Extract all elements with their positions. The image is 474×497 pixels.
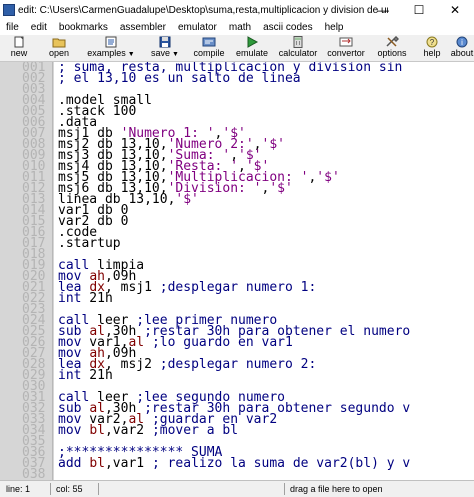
- svg-text:?: ?: [430, 38, 435, 47]
- status-line: line: 1: [6, 484, 31, 494]
- window-title: edit: C:\Users\CarmenGuadalupe\Desktop\s…: [18, 4, 388, 16]
- code-text: int 21h: [58, 369, 113, 382]
- help-button-label: help: [423, 48, 441, 58]
- code-line[interactable]: 017 .startup: [0, 237, 474, 250]
- line-number: 038: [22, 467, 46, 480]
- help-button[interactable]: ? help: [414, 35, 450, 61]
- options-button[interactable]: options: [370, 35, 414, 61]
- code-line[interactable]: 038: [0, 467, 474, 480]
- convertor-button[interactable]: convertor: [322, 35, 370, 61]
- status-divider: [50, 483, 51, 495]
- status-divider: [284, 483, 285, 495]
- open-button-label: open: [48, 48, 70, 58]
- new-button[interactable]: new: [0, 35, 38, 61]
- menu-math[interactable]: math: [223, 22, 257, 33]
- examples-icon: [105, 36, 117, 48]
- menu-bar: file edit bookmarks assembler emulator m…: [0, 20, 474, 35]
- menu-file[interactable]: file: [0, 22, 25, 33]
- calculator-icon: [293, 36, 303, 48]
- help-icon: ?: [426, 36, 438, 48]
- examples-button-label: examples ▼: [87, 48, 134, 60]
- save-label-text: save: [151, 48, 171, 58]
- emulate-button[interactable]: emulate: [230, 35, 274, 61]
- examples-button[interactable]: examples ▼: [80, 35, 142, 61]
- menu-ascii-codes[interactable]: ascii codes: [257, 22, 318, 33]
- chevron-down-icon: ▼: [127, 51, 135, 58]
- about-button[interactable]: i about: [450, 35, 474, 61]
- options-button-label: options: [377, 48, 407, 58]
- code-line[interactable]: 022 int 21h: [0, 292, 474, 305]
- svg-text:i: i: [461, 38, 463, 47]
- emulate-button-label: emulate: [235, 48, 269, 58]
- code-line[interactable]: 029 int 21h: [0, 369, 474, 382]
- calculator-button[interactable]: calculator: [274, 35, 322, 61]
- code-line[interactable]: 002; el 13,10 es un salto de linea: [0, 72, 474, 85]
- emulate-icon: [247, 36, 259, 48]
- save-button-label: save ▼: [151, 48, 179, 60]
- convertor-icon: [339, 37, 353, 47]
- compile-icon: [202, 37, 216, 47]
- status-divider: [98, 483, 99, 495]
- code-text: .startup: [58, 237, 121, 250]
- code-text: int 21h: [58, 292, 113, 305]
- status-bar: line: 1 col: 55 drag a file here to open: [0, 480, 474, 497]
- new-file-icon: [14, 36, 24, 48]
- code-text: ; el 13,10 es un salto de linea: [58, 72, 301, 85]
- close-button[interactable]: ✕: [440, 0, 470, 20]
- compile-button[interactable]: compile: [188, 35, 230, 61]
- status-col: col: 55: [56, 484, 83, 494]
- calculator-button-label: calculator: [278, 48, 318, 58]
- code-text: mov bl,var2 ;mover a bl: [58, 424, 238, 437]
- menu-assembler[interactable]: assembler: [114, 22, 172, 33]
- open-button[interactable]: open: [38, 35, 80, 61]
- new-button-label: new: [10, 48, 28, 58]
- maximize-button[interactable]: ☐: [404, 0, 434, 20]
- code-line[interactable]: 037 add bl,var1 ; realizo la suma de var2…: [0, 457, 474, 470]
- minimize-button[interactable]: —: [368, 0, 398, 20]
- chevron-down-icon: ▼: [172, 51, 179, 58]
- about-icon: i: [456, 36, 468, 48]
- menu-bookmarks[interactable]: bookmarks: [53, 22, 114, 33]
- about-button-label: about: [450, 48, 474, 58]
- code-line[interactable]: 034 mov bl,var2 ;mover a bl: [0, 424, 474, 437]
- app-icon: [3, 4, 15, 16]
- code-editor[interactable]: 001; suma, resta, multiplicacion y divis…: [0, 62, 474, 480]
- examples-label-text: examples: [87, 48, 126, 58]
- compile-button-label: compile: [193, 48, 225, 58]
- menu-help[interactable]: help: [319, 22, 350, 33]
- toolbar: new open examples ▼ save ▼ compile emulate: [0, 35, 474, 62]
- open-folder-icon: [52, 38, 66, 48]
- menu-emulator[interactable]: emulator: [172, 22, 223, 33]
- save-disk-icon: [159, 36, 171, 48]
- status-hint: drag a file here to open: [290, 484, 383, 494]
- convertor-button-label: convertor: [327, 48, 365, 58]
- menu-edit[interactable]: edit: [25, 22, 53, 33]
- code-text: add bl,var1 ; realizo la suma de var2(bl…: [58, 457, 410, 470]
- title-bar: edit: C:\Users\CarmenGuadalupe\Desktop\s…: [0, 0, 474, 20]
- options-icon: [386, 36, 399, 47]
- save-button[interactable]: save ▼: [142, 35, 188, 61]
